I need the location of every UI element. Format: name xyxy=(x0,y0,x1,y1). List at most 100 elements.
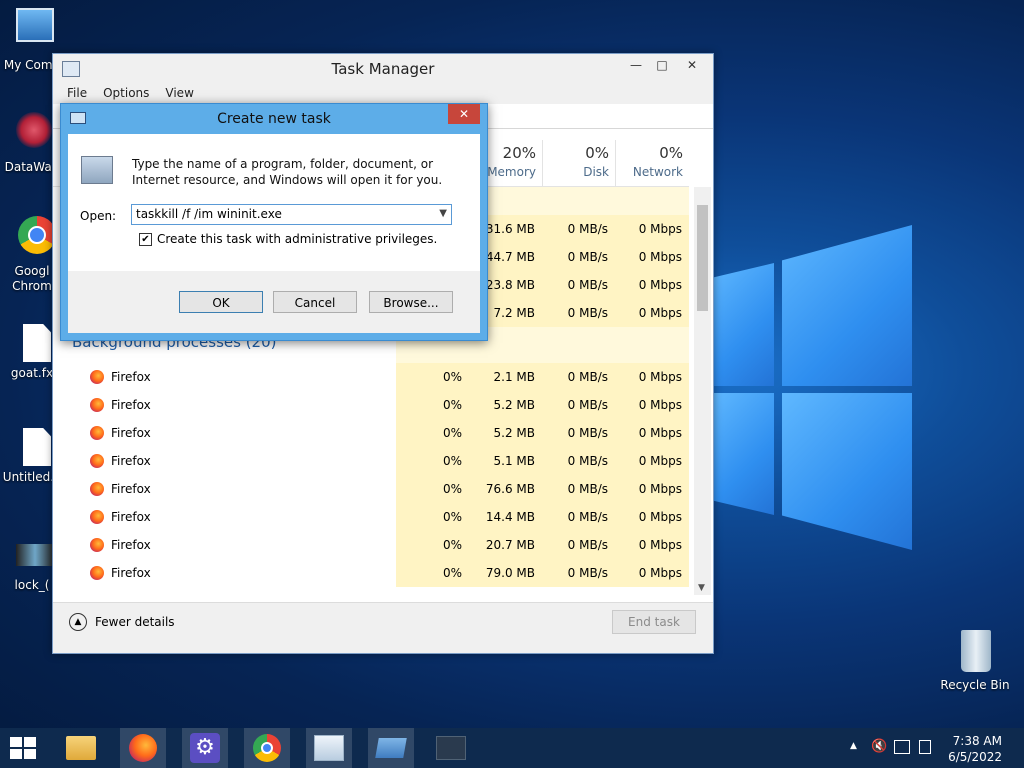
network-cell: 0 Mbps xyxy=(615,215,689,243)
firefox-icon xyxy=(129,734,157,762)
table-row[interactable]: Firefox 0% 20.7 MB 0 MB/s 0 Mbps xyxy=(53,531,689,559)
network-usage-percent: 0% xyxy=(659,144,683,162)
network-cell: 0 Mbps xyxy=(615,363,689,391)
taskbar-chrome[interactable] xyxy=(244,728,290,768)
vertical-scrollbar[interactable]: ▼ xyxy=(694,187,711,595)
cpu-cell: 0% xyxy=(396,559,469,587)
firefox-icon xyxy=(90,398,104,412)
table-row[interactable]: Firefox 0% 2.1 MB 0 MB/s 0 Mbps xyxy=(53,363,689,391)
disk-cell: 0 MB/s xyxy=(542,503,615,531)
menu-file[interactable]: File xyxy=(67,82,95,104)
wallpaper-windows-logo xyxy=(712,225,912,550)
end-task-button[interactable]: End task xyxy=(612,610,696,634)
table-row[interactable]: Firefox 0% 5.2 MB 0 MB/s 0 Mbps xyxy=(53,419,689,447)
start-button[interactable] xyxy=(0,728,46,768)
admin-privileges-checkbox[interactable]: ✔ Create this task with administrative p… xyxy=(139,232,437,246)
menu-options[interactable]: Options xyxy=(103,82,157,104)
table-row[interactable]: Firefox 0% 76.6 MB 0 MB/s 0 Mbps xyxy=(53,475,689,503)
desktop-icon-recycle-bin[interactable]: Recycle Bin xyxy=(940,630,1010,692)
ok-button[interactable]: OK xyxy=(179,291,263,313)
cancel-button[interactable]: Cancel xyxy=(273,291,357,313)
dialog-close-button[interactable]: ✕ xyxy=(448,104,480,124)
network-cell xyxy=(615,327,689,363)
folder-icon xyxy=(66,736,96,760)
close-button[interactable]: ✕ xyxy=(675,56,709,74)
network-icon[interactable] xyxy=(894,740,910,754)
gear-icon: ⚙ xyxy=(190,733,220,763)
menu-view[interactable]: View xyxy=(165,82,201,104)
column-header-network[interactable]: 0% Network xyxy=(615,140,689,186)
disk-cell: 0 MB/s xyxy=(542,447,615,475)
memory-cell: 5.2 MB xyxy=(469,391,542,419)
firefox-icon xyxy=(90,370,104,384)
process-name: Firefox xyxy=(111,566,151,580)
taskbar-app[interactable] xyxy=(428,728,474,768)
tray-chevron-up-icon[interactable]: ▲ xyxy=(850,741,857,751)
system-tray: ▲ 🔇 7:38 AM 6/5/2022 xyxy=(844,728,1024,768)
chrome-icon xyxy=(253,734,281,762)
disk-cell: 0 MB/s xyxy=(542,271,615,299)
table-row[interactable]: Firefox 0% 79.0 MB 0 MB/s 0 Mbps xyxy=(53,559,689,587)
disk-cell: 0 MB/s xyxy=(542,299,615,327)
cpu-cell: 0% xyxy=(396,475,469,503)
task-manager-titlebar[interactable]: Task Manager — □ ✕ xyxy=(53,54,713,82)
dialog-titlebar[interactable]: Create new task ✕ xyxy=(61,104,487,134)
scrollbar-thumb[interactable] xyxy=(697,205,708,311)
process-name: Firefox xyxy=(111,426,151,440)
process-name: Firefox xyxy=(111,398,151,412)
cpu-cell: 0% xyxy=(396,503,469,531)
taskbar-settings[interactable]: ⚙ xyxy=(182,728,228,768)
network-cell: 0 Mbps xyxy=(615,391,689,419)
memory-cell: 14.4 MB xyxy=(469,503,542,531)
action-center-icon[interactable] xyxy=(919,740,931,754)
system-clock[interactable]: 7:38 AM 6/5/2022 xyxy=(948,733,1002,765)
window-icon xyxy=(436,736,466,760)
open-label: Open: xyxy=(80,209,117,223)
minimize-button[interactable]: — xyxy=(623,56,649,74)
open-input-value[interactable]: taskkill /f /im wininit.exe xyxy=(136,207,282,221)
taskbar-run-dialog[interactable] xyxy=(368,728,414,768)
taskbar-task-manager[interactable] xyxy=(306,728,352,768)
taskbar-firefox[interactable] xyxy=(120,728,166,768)
run-window-icon xyxy=(375,738,407,758)
cpu-cell: 0% xyxy=(396,419,469,447)
memory-cell: 5.2 MB xyxy=(469,419,542,447)
task-manager-icon xyxy=(314,735,344,761)
datawag-icon xyxy=(16,112,52,148)
firefox-icon xyxy=(90,538,104,552)
clock-time: 7:38 AM xyxy=(952,734,1002,748)
taskbar-file-explorer[interactable] xyxy=(58,728,104,768)
network-cell: 0 Mbps xyxy=(615,299,689,327)
create-new-task-dialog: Create new task ✕ Type the name of a pro… xyxy=(60,103,488,341)
open-combobox[interactable]: taskkill /f /im wininit.exe ▼ xyxy=(131,204,452,225)
network-cell: 0 Mbps xyxy=(615,531,689,559)
chevron-up-icon: ▲ xyxy=(69,613,87,631)
network-cell: 0 Mbps xyxy=(615,447,689,475)
chrome-icon xyxy=(18,216,56,254)
maximize-button[interactable]: □ xyxy=(649,56,675,74)
firefox-icon xyxy=(90,426,104,440)
document-icon xyxy=(23,324,51,362)
scroll-down-arrow-icon[interactable]: ▼ xyxy=(698,583,705,593)
table-row[interactable]: Firefox 0% 5.2 MB 0 MB/s 0 Mbps xyxy=(53,391,689,419)
disk-cell: 0 MB/s xyxy=(542,391,615,419)
memory-cell: 5.1 MB xyxy=(469,447,542,475)
fewer-details-label: Fewer details xyxy=(95,615,175,629)
fewer-details-button[interactable]: ▲ Fewer details xyxy=(69,613,175,631)
dialog-message: Type the name of a program, folder, docu… xyxy=(132,157,443,187)
speaker-muted-icon[interactable]: 🔇 xyxy=(871,739,887,754)
network-cell: 0 Mbps xyxy=(615,475,689,503)
cpu-cell: 0% xyxy=(396,531,469,559)
dialog-content: Type the name of a program, folder, docu… xyxy=(68,134,480,271)
checkbox-checked-icon[interactable]: ✔ xyxy=(139,232,152,246)
network-cell: 0 Mbps xyxy=(615,419,689,447)
column-name: Network xyxy=(632,165,683,179)
network-cell: 0 Mbps xyxy=(615,271,689,299)
chevron-down-icon[interactable]: ▼ xyxy=(439,208,447,219)
firefox-icon xyxy=(90,566,104,580)
table-row[interactable]: Firefox 0% 14.4 MB 0 MB/s 0 Mbps xyxy=(53,503,689,531)
process-name: Firefox xyxy=(111,510,151,524)
column-header-disk[interactable]: 0% Disk xyxy=(542,140,615,186)
browse-button[interactable]: Browse... xyxy=(369,291,453,313)
table-row[interactable]: Firefox 0% 5.1 MB 0 MB/s 0 Mbps xyxy=(53,447,689,475)
